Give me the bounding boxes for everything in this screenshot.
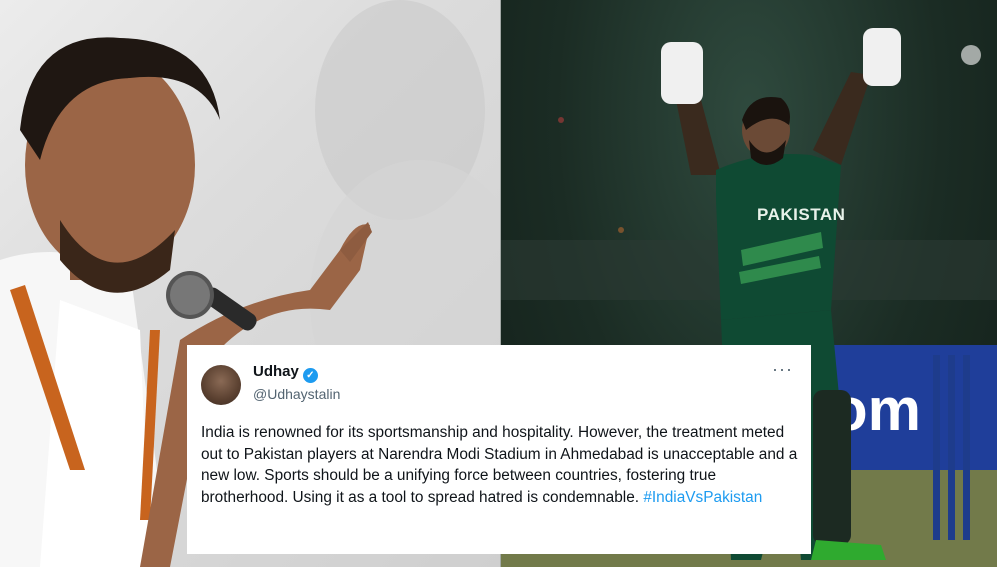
display-name-text[interactable]: Udhay: [253, 363, 299, 380]
hashtag-link[interactable]: #IndiaVsPakistan: [643, 489, 762, 506]
tweet-body: India is renowned for its sportsmanship …: [201, 422, 801, 508]
tweet-card[interactable]: Udhay ✓ @Udhaystalin ··· India is renowne…: [187, 345, 811, 554]
more-options-icon[interactable]: ···: [772, 359, 793, 380]
tweet-display-name[interactable]: Udhay ✓: [253, 363, 318, 383]
avatar[interactable]: [201, 365, 241, 405]
jersey-label: PAKISTAN: [757, 205, 846, 224]
verified-badge-icon: ✓: [302, 368, 318, 383]
tweet-handle[interactable]: @Udhaystalin: [253, 386, 340, 402]
